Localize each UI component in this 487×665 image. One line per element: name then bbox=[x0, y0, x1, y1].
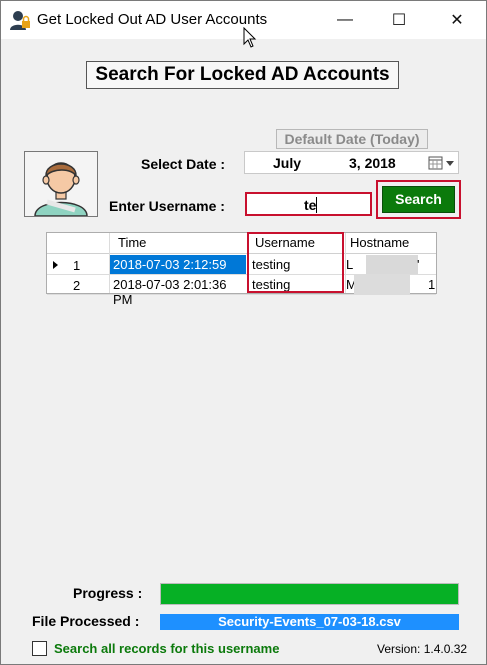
mouse-cursor-icon bbox=[243, 27, 257, 48]
username-input[interactable]: te bbox=[245, 192, 372, 216]
table-row[interactable]: 1 2018-07-03 2:12:59 PM testing L ' bbox=[47, 255, 436, 287]
hostname-end: ' bbox=[417, 257, 420, 272]
minimize-button[interactable]: — bbox=[322, 1, 368, 39]
select-date-label: Select Date : bbox=[141, 156, 226, 172]
date-day-year: 3, 2018 bbox=[349, 155, 396, 171]
username-value: te bbox=[304, 197, 317, 213]
search-all-label[interactable]: Search all records for this username bbox=[54, 641, 279, 656]
maximize-button[interactable]: ☐ bbox=[376, 1, 422, 39]
results-table[interactable]: Time Username Hostname 1 2018-07-03 2:12… bbox=[46, 232, 437, 307]
user-lock-icon bbox=[10, 11, 30, 30]
default-date-button[interactable]: Default Date (Today) bbox=[276, 129, 428, 149]
column-header-hostname[interactable]: Hostname bbox=[350, 235, 409, 250]
table-header: Time Username Hostname bbox=[47, 233, 436, 254]
user-avatar-icon bbox=[34, 162, 88, 217]
progress-label: Progress : bbox=[73, 585, 143, 601]
avatar bbox=[24, 151, 98, 217]
table-row[interactable]: 2 2018-07-03 2:01:36 PM testing M 1 bbox=[47, 275, 436, 307]
enter-username-label: Enter Username : bbox=[109, 198, 225, 214]
column-header-time[interactable]: Time bbox=[118, 235, 146, 250]
column-header-username[interactable]: Username bbox=[255, 235, 315, 250]
current-row-arrow-icon bbox=[53, 261, 58, 269]
date-month: July bbox=[273, 155, 302, 171]
time-cell[interactable]: 2018-07-03 2:12:59 PM bbox=[110, 255, 246, 287]
version-label: Version: 1.4.0.32 bbox=[377, 642, 468, 656]
hostname-cell[interactable]: M 1 bbox=[346, 275, 436, 294]
maximize-icon: ☐ bbox=[391, 12, 407, 29]
progress-bar bbox=[160, 583, 459, 605]
time-cell[interactable]: 2018-07-03 2:01:36 PM bbox=[110, 275, 246, 307]
username-cell[interactable]: testing bbox=[250, 255, 345, 274]
app-window: Get Locked Out AD User Accounts — ☐ ✕ Se… bbox=[0, 0, 487, 665]
page-title: Search For Locked AD Accounts bbox=[86, 61, 399, 89]
row-number: 1 bbox=[73, 258, 81, 273]
close-icon: ✕ bbox=[450, 12, 464, 29]
close-button[interactable]: ✕ bbox=[434, 1, 480, 39]
file-processed-label: File Processed : bbox=[32, 613, 140, 629]
progress-fill bbox=[161, 584, 458, 604]
date-picker[interactable]: July 3, 2018 bbox=[244, 151, 459, 174]
text-caret bbox=[316, 197, 318, 213]
redacted-hostname bbox=[354, 275, 410, 294]
hostname-cell[interactable]: L ' bbox=[346, 255, 436, 274]
row-header[interactable]: 2 bbox=[47, 275, 109, 294]
hostname-end: 1 bbox=[428, 277, 436, 292]
window-title: Get Locked Out AD User Accounts bbox=[37, 11, 268, 28]
calendar-dropdown-icon[interactable] bbox=[428, 155, 456, 171]
redacted-hostname bbox=[366, 255, 418, 274]
search-button-highlight: Search bbox=[376, 180, 461, 219]
row-number: 2 bbox=[73, 278, 81, 293]
username-cell[interactable]: testing bbox=[250, 275, 345, 294]
search-all-checkbox[interactable] bbox=[32, 641, 47, 656]
minimize-icon: — bbox=[337, 11, 353, 28]
row-header[interactable]: 1 bbox=[47, 255, 109, 274]
file-processed-value: Security-Events_07-03-18.csv bbox=[160, 614, 459, 630]
search-button[interactable]: Search bbox=[382, 186, 455, 213]
hostname-start: L bbox=[346, 257, 354, 272]
